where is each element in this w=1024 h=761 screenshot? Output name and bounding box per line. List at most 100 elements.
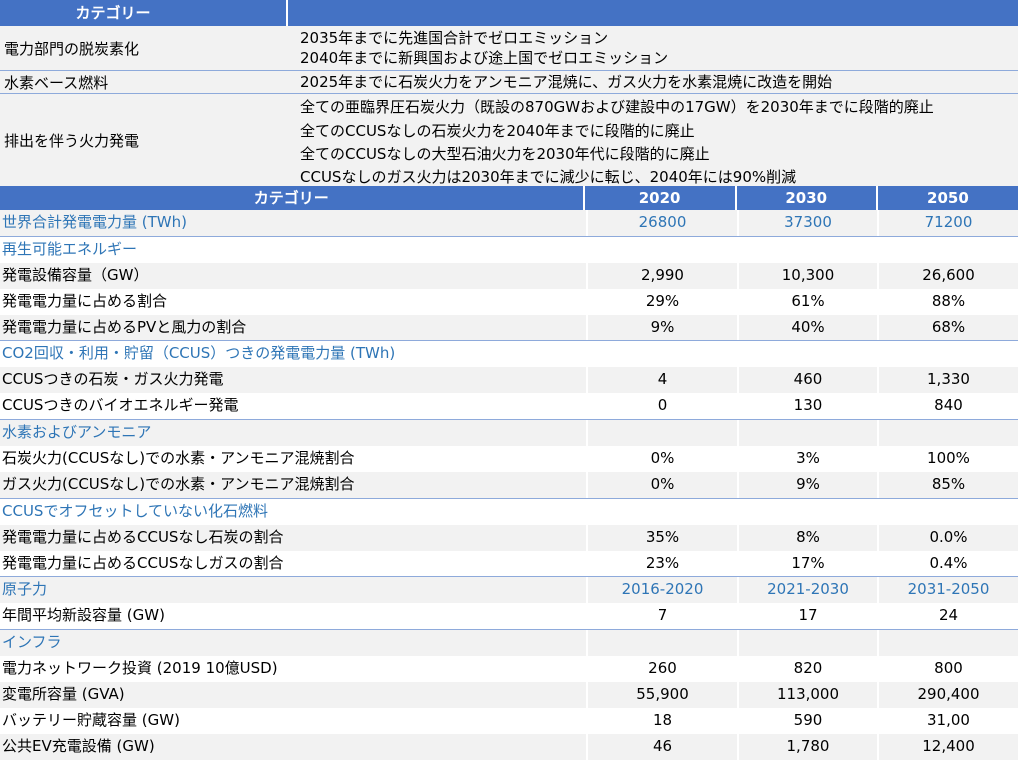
policy-detail: 2035年までに先進国合計でゼロエミッション bbox=[300, 29, 609, 47]
value-2050: 100% bbox=[877, 446, 1018, 472]
value-2050: 0.4% bbox=[877, 550, 1018, 577]
value-2050 bbox=[877, 341, 1018, 368]
table-row: 変電所容量 (GVA) 55,900 113,000 290,400 bbox=[0, 682, 1018, 708]
value-2050: 88% bbox=[877, 288, 1018, 315]
value-2030: 17% bbox=[737, 550, 877, 577]
row-label: 変電所容量 (GVA) bbox=[2, 685, 125, 704]
value-2020 bbox=[586, 630, 737, 657]
value-2050: 71200 bbox=[877, 210, 1018, 236]
milestone-table: カテゴリー 2020 2030 2050 世界合計発電電力量 (TWh) 2680… bbox=[0, 186, 1018, 760]
row-label: バッテリー貯蔵容量 (GW) bbox=[2, 710, 180, 729]
header-category: カテゴリー bbox=[253, 189, 329, 207]
table-row: 発電電力量に占めるPVと風力の割合 9% 40% 68% bbox=[0, 314, 1018, 341]
value-2020: 260 bbox=[586, 656, 737, 683]
value-2020: 26800 bbox=[586, 210, 737, 236]
table-row: CCUSつきの石炭・ガス火力発電 4 460 1,330 bbox=[0, 367, 1018, 394]
section-row: 再生可能エネルギー bbox=[0, 235, 1018, 263]
policy-detail: 全てのCCUSなしの石炭火力を2040年までに段階的に廃止 bbox=[300, 122, 695, 140]
value-2030: 8% bbox=[737, 524, 877, 551]
value-2020 bbox=[586, 420, 737, 447]
value-2050: 1,330 bbox=[877, 367, 1018, 394]
row-label: インフラ bbox=[2, 633, 62, 652]
policy-detail: 2040年までに新興国および途上国でゼロエミッション bbox=[300, 49, 669, 67]
row-label: CCUSでオフセットしていない化石燃料 bbox=[2, 501, 268, 520]
policy-detail: 2025年までに石炭火力をアンモニア混焼に、ガス火力を水素混焼に改造を開始 bbox=[300, 73, 833, 91]
value-2050 bbox=[877, 630, 1018, 657]
value-2020: 0% bbox=[586, 446, 737, 472]
value-2050: 800 bbox=[877, 656, 1018, 683]
value-2050: 26,600 bbox=[877, 262, 1018, 289]
value-2050: 12,400 bbox=[877, 733, 1018, 760]
row-label: CCUSつきの石炭・ガス火力発電 bbox=[2, 370, 224, 389]
table-row: 発電電力量に占める割合 29% 61% 88% bbox=[0, 288, 1018, 315]
page: カテゴリー 電力部門の脱炭素化 2035年までに先進国合計でゼロエミッション 2… bbox=[0, 0, 1024, 761]
table-row: 公共EV充電設備 (GW) 46 1,780 12,400 bbox=[0, 733, 1018, 760]
policy-category: 水素ベース燃料 bbox=[4, 73, 109, 92]
policy-header-category: カテゴリー bbox=[75, 4, 151, 22]
section-row: インフラ bbox=[0, 629, 1018, 657]
row-label: 水素およびアンモニア bbox=[2, 423, 152, 442]
value-2030: 9% bbox=[737, 471, 877, 498]
row-label: 発電設備容量（GW） bbox=[2, 265, 149, 284]
section-row: 原子力 2016-2020 2021-2030 2031-2050 bbox=[0, 576, 1018, 604]
value-2020: 46 bbox=[586, 733, 737, 760]
value-2020: 35% bbox=[586, 524, 737, 551]
value-2020: 23% bbox=[586, 550, 737, 577]
policy-row: 水素ベース燃料 2025年までに石炭火力をアンモニア混焼に、ガス火力を水素混焼に… bbox=[0, 71, 1018, 94]
policy-row: 電力部門の脱炭素化 2035年までに先進国合計でゼロエミッション 2040年まで… bbox=[0, 26, 1018, 71]
milestone-table-body: 世界合計発電電力量 (TWh) 26800 37300 71200 再生可能エネルギー発… bbox=[0, 210, 1018, 760]
value-2030 bbox=[737, 420, 877, 447]
value-2050: 85% bbox=[877, 471, 1018, 498]
value-2050: 24 bbox=[877, 603, 1018, 630]
value-2050: 840 bbox=[877, 393, 1018, 420]
value-2030: 1,780 bbox=[737, 733, 877, 760]
milestone-table-header: カテゴリー 2020 2030 2050 bbox=[0, 186, 1018, 210]
value-2020: 9% bbox=[586, 314, 737, 341]
value-2030: 40% bbox=[737, 314, 877, 341]
value-2020: 18 bbox=[586, 707, 737, 734]
value-2020: 2,990 bbox=[586, 262, 737, 289]
value-2050: 68% bbox=[877, 314, 1018, 341]
section-row: CCUSでオフセットしていない化石燃料 bbox=[0, 497, 1018, 525]
row-label: 再生可能エネルギー bbox=[2, 239, 138, 258]
value-2020 bbox=[586, 341, 737, 368]
row-label: 発電電力量に占めるCCUSなし石炭の割合 bbox=[2, 527, 284, 546]
row-label: 発電電力量に占めるCCUSなしガスの割合 bbox=[2, 553, 284, 572]
row-label: 公共EV充電設備 (GW) bbox=[2, 736, 155, 755]
value-2030: 460 bbox=[737, 367, 877, 394]
value-2020: 0% bbox=[586, 471, 737, 498]
value-2030 bbox=[737, 498, 877, 525]
value-2030: 17 bbox=[737, 603, 877, 630]
value-2020 bbox=[586, 236, 737, 263]
value-2050: 31,00 bbox=[877, 707, 1018, 734]
value-2030: 3% bbox=[737, 446, 877, 472]
value-2020: 2016-2020 bbox=[586, 577, 737, 604]
table-row: 発電電力量に占めるCCUSなしガスの割合 23% 17% 0.4% bbox=[0, 550, 1018, 577]
row-label: 石炭火力(CCUSなし)での水素・アンモニア混焼割合 bbox=[2, 449, 355, 468]
value-2020: 0 bbox=[586, 393, 737, 420]
header-year-1: 2020 bbox=[582, 186, 735, 210]
row-label: 原子力 bbox=[2, 580, 48, 599]
section-row: CO2回収・利用・貯留（CCUS）つきの発電電力量 (TWh) bbox=[0, 340, 1018, 368]
value-2030: 61% bbox=[737, 288, 877, 315]
value-2030: 37300 bbox=[737, 210, 877, 236]
table-row: 石炭火力(CCUSなし)での水素・アンモニア混焼割合 0% 3% 100% bbox=[0, 446, 1018, 472]
value-2050 bbox=[877, 236, 1018, 263]
header-year-2: 2030 bbox=[734, 186, 876, 210]
table-row: 発電設備容量（GW） 2,990 10,300 26,600 bbox=[0, 262, 1018, 289]
table-row: 電力ネットワーク投資 (2019 10億USD) 260 820 800 bbox=[0, 656, 1018, 683]
row-label: CCUSつきのバイオエネルギー発電 bbox=[2, 396, 239, 415]
row-label: 電力ネットワーク投資 (2019 10億USD) bbox=[2, 659, 278, 678]
table-row: バッテリー貯蔵容量 (GW) 18 590 31,00 bbox=[0, 707, 1018, 734]
value-2050 bbox=[877, 420, 1018, 447]
value-2020 bbox=[586, 498, 737, 525]
value-2030 bbox=[737, 236, 877, 263]
value-2030: 2021-2030 bbox=[737, 577, 877, 604]
row-label: 発電電力量に占めるPVと風力の割合 bbox=[2, 317, 247, 336]
value-2050: 290,400 bbox=[877, 682, 1018, 708]
table-row: 年間平均新設容量 (GW) 7 17 24 bbox=[0, 603, 1018, 630]
value-2030 bbox=[737, 341, 877, 368]
section-row: 世界合計発電電力量 (TWh) 26800 37300 71200 bbox=[0, 210, 1018, 236]
row-label: 発電電力量に占める割合 bbox=[2, 291, 168, 310]
value-2050 bbox=[877, 498, 1018, 525]
